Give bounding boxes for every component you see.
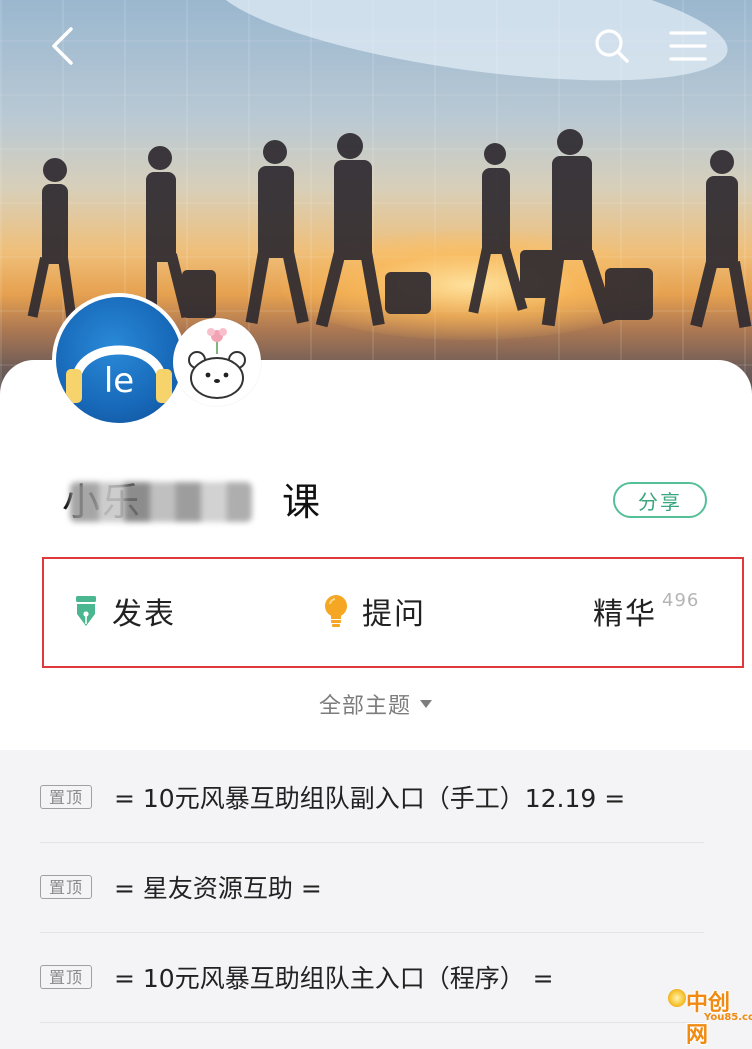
- share-button[interactable]: 分享: [613, 482, 707, 518]
- featured-count: 496: [662, 590, 700, 611]
- watermark-bulb-icon: [668, 989, 686, 1007]
- topic-list: 置顶 = 10元风暴互助组队副入口（手工）12.19 = 置顶 = 星友资源互助…: [0, 750, 752, 1030]
- post-label: 发表: [112, 597, 176, 632]
- bear-avatar-icon: [188, 328, 246, 399]
- featured-button[interactable]: 精华: [593, 588, 657, 634]
- ask-label: 提问: [362, 597, 426, 632]
- menu-button[interactable]: [666, 24, 710, 68]
- pinned-badge: 置顶: [40, 875, 92, 899]
- ask-button[interactable]: 提问: [322, 588, 426, 634]
- name-mosaic-blur: [70, 482, 252, 522]
- filter-label: 全部主题: [318, 694, 411, 719]
- caret-down-icon: [420, 700, 432, 708]
- pen-nib-icon: [76, 596, 96, 626]
- topic-row[interactable]: 置顶 = 10元风暴互助组队主入口（程序） =: [40, 932, 704, 1023]
- topic-title: = 10元风暴互助组队副入口（手工）12.19 =: [114, 784, 626, 813]
- watermark-sub: You85.com: [704, 1012, 752, 1023]
- chevron-left-icon: [52, 27, 73, 65]
- featured-label: 精华: [593, 597, 657, 632]
- pinned-badge: 置顶: [40, 965, 92, 989]
- topic-title: = 星友资源互助 =: [114, 874, 322, 903]
- post-button[interactable]: 发表: [72, 588, 176, 634]
- svg-text:le: le: [104, 361, 134, 401]
- back-button[interactable]: [40, 24, 84, 68]
- topic-row[interactable]: 置顶 = 星友资源互助 =: [40, 842, 704, 933]
- lightbulb-icon: [325, 595, 347, 627]
- group-name-suffix: 课: [282, 480, 323, 524]
- site-watermark: 中创网 You85.com: [668, 985, 752, 1048]
- topic-filter-dropdown[interactable]: 全部主题: [0, 684, 752, 724]
- pinned-badge: 置顶: [40, 785, 92, 809]
- search-icon: [595, 29, 629, 63]
- member-avatar[interactable]: [173, 318, 261, 406]
- topic-row[interactable]: 置顶 = 10元风暴互助组队副入口（手工）12.19 =: [40, 752, 704, 843]
- topic-title: = 10元风暴互助组队主入口（程序） =: [114, 964, 554, 993]
- hamburger-menu-icon: [669, 31, 707, 61]
- group-avatar[interactable]: le: [52, 293, 186, 427]
- search-button[interactable]: [590, 24, 634, 68]
- headphones-logo-icon: le: [66, 345, 172, 403]
